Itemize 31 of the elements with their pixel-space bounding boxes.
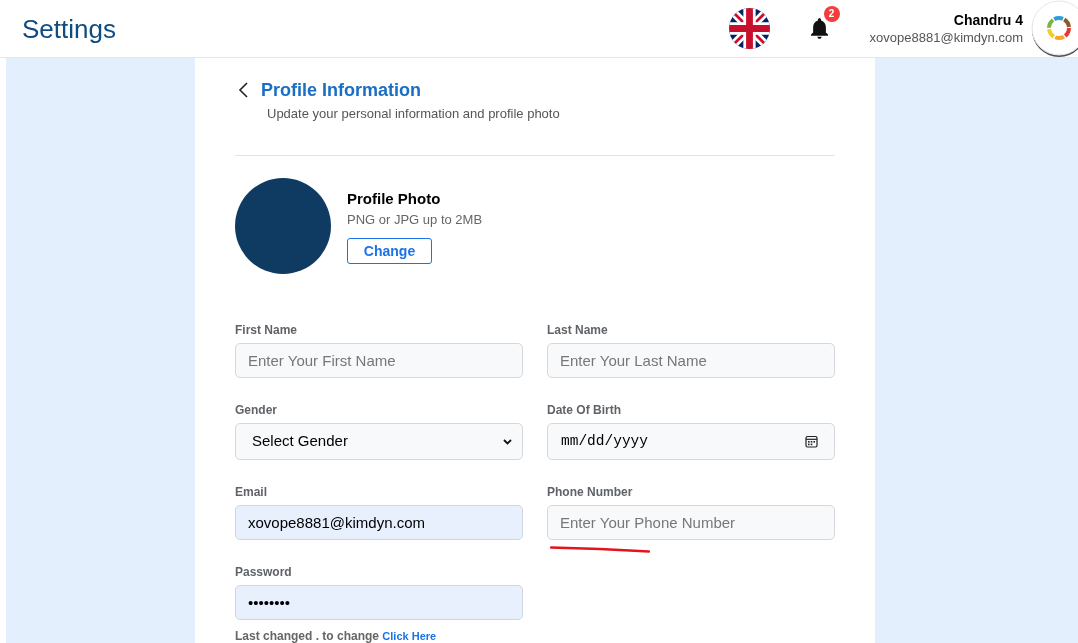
field-label: Password (235, 565, 292, 580)
change-password-link[interactable]: Click Here (382, 630, 437, 642)
user-email: xovope8881@kimdyn.com (869, 29, 1023, 46)
text-input[interactable]: Enter Your Phone Number (547, 505, 835, 540)
field-label: Last Name (547, 323, 608, 338)
user-name: Chandru 4 (953, 11, 1023, 29)
field-label: Email (235, 485, 267, 500)
calendar-icon[interactable] (805, 435, 818, 448)
uk-flag-icon[interactable] (728, 8, 770, 49)
section-title: Profile Information (261, 79, 421, 102)
bell-icon[interactable] (810, 18, 828, 39)
text-input[interactable]: Enter Your Last Name (547, 343, 835, 378)
photo-title: Profile Photo (347, 188, 441, 208)
chevron-down-icon (503, 438, 512, 445)
field-label: Phone Number (547, 485, 633, 500)
date-input[interactable]: mm/dd/yyyy (547, 423, 835, 460)
text-input[interactable]: xovope8881@kimdyn.com (235, 505, 523, 540)
gender-select[interactable]: Select Gender (235, 423, 523, 460)
field-label: Date Of Birth (547, 403, 621, 418)
change-photo-button[interactable]: Change (347, 237, 432, 264)
password-change-note: Last changed . to change Click Here (235, 630, 437, 642)
ring-logo-avatar-icon[interactable] (1030, 0, 1078, 58)
section-subtitle: Update your personal information and profile photo (267, 105, 560, 123)
text-input[interactable]: Enter Your First Name (235, 343, 523, 378)
field-label: Gender (235, 403, 277, 418)
notification-badge: 2 (823, 6, 840, 22)
photo-hint: PNG or JPG up to 2MB (347, 210, 483, 228)
back-chevron-icon[interactable] (238, 82, 248, 98)
page-title: Settings (22, 12, 116, 45)
text-input[interactable]: •••••••• (235, 585, 523, 620)
field-label: First Name (235, 323, 298, 338)
